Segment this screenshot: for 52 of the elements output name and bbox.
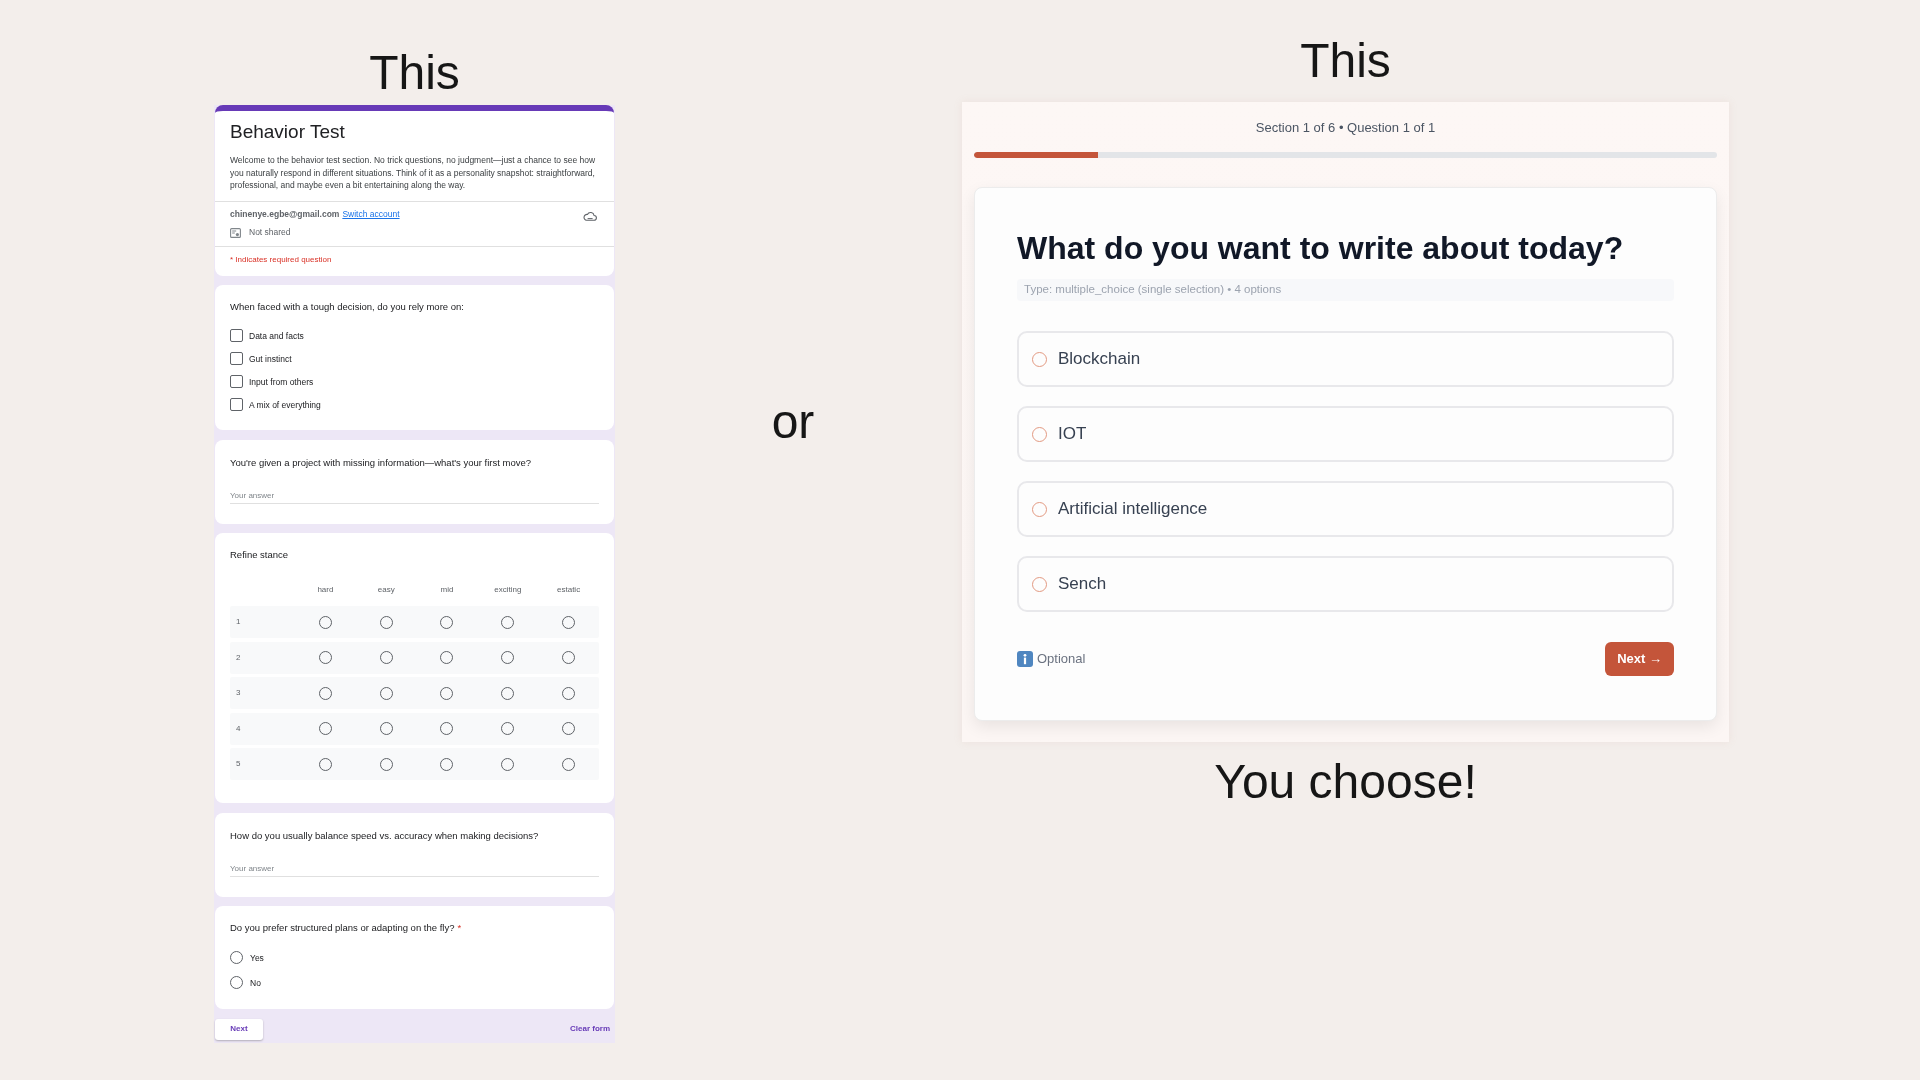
checkbox[interactable] [230,398,243,411]
answer-option[interactable]: Blockchain [1017,331,1674,387]
required-asterisk: * [457,922,462,934]
caption-heading: or [771,398,815,446]
next-button[interactable]: Next [215,1018,263,1040]
caption-heading: You choose! [1214,758,1477,806]
progress-label: Section 1 of 6 • Question 1 of 1 [1255,120,1436,136]
person-card-icon [230,227,241,238]
question-text: Do you prefer structured plans or adapting on the fly? [230,922,455,934]
cloud-icon [583,210,597,221]
checkbox[interactable] [230,329,243,342]
sharing-status: Not shared [249,226,291,239]
answer-field[interactable]: Your answer [230,488,599,504]
checkbox-label: A mix of everything [249,398,321,411]
column-header: exciting [494,584,522,596]
account-email: chinenye.egbe@gmail.com [230,208,340,221]
question-title: What do you want to write about today? [1017,229,1624,268]
answer-option[interactable]: Artificial intelligence [1017,481,1674,537]
checkbox-label: Data and facts [249,329,304,342]
row-label: 1 [236,616,241,628]
form-title: Behavior Test [230,120,345,144]
optional-label: Optional [1037,650,1086,669]
radio-label: Yes [250,951,264,964]
checkbox-label: Input from others [249,375,314,388]
question-text: You're given a project with missing information—what's your first move? [230,456,532,469]
radio-label: No [250,976,261,989]
question-text: How do you usually balance speed vs. accuracy when making decisions? [230,829,539,842]
row-label: 5 [236,758,241,770]
checkbox[interactable] [230,375,243,388]
info-icon [1017,651,1033,667]
question-text: Refine stance [230,549,289,561]
caption-heading: This [369,49,460,97]
question-text: When faced with a tough decision, do you rely more on: [230,301,464,313]
form-description: Welcome to the behavior test section. No trick questions, no judgment—just a chance to see how you naturally respond in different situations. Think of it as a personality snapshot: straightforward, professional, and maybe even a bit entertaining along the way. [230,154,597,192]
column-header: mid [440,584,454,596]
answer-option[interactable]: Sench [1017,556,1674,612]
row-label: 4 [236,722,241,735]
answer-option[interactable]: IOT [1017,406,1674,462]
switch-account-link[interactable]: Switch account [342,208,400,221]
clear-form-button[interactable]: Clear form [570,1023,610,1035]
question-meta: Type: multiple_choice (single selection) • 4 options [1017,279,1674,301]
column-header: easy [377,584,395,596]
column-header: estatic [557,584,581,596]
caption-heading: This [1300,37,1391,85]
next-button[interactable]: Next → [1605,642,1674,676]
column-header: hard [317,584,334,596]
checkbox[interactable] [230,352,243,365]
required-note: * Indicates required question [230,254,332,266]
checkbox-label: Gut instinct [249,352,292,365]
row-label: 3 [236,687,241,699]
answer-field[interactable]: Your answer [230,861,599,877]
row-label: 2 [236,651,241,664]
